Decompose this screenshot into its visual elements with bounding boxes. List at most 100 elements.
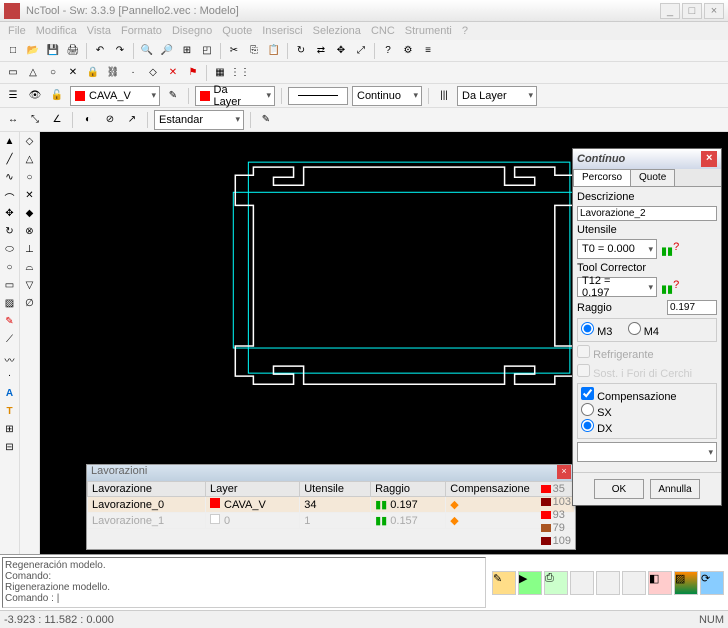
linetype-combo[interactable]: Continuo [352, 86, 422, 106]
rect-tool-icon[interactable]: ▭ [2, 280, 18, 296]
dim-leader-icon[interactable]: ↗ [123, 111, 141, 129]
extra-combo[interactable] [577, 442, 717, 462]
spline-icon[interactable]: 〰 [2, 352, 18, 368]
help-icon[interactable]: ? [379, 42, 397, 60]
ok-button[interactable]: OK [594, 479, 644, 499]
dim-angular-icon[interactable]: ∠ [48, 111, 66, 129]
dim-aligned-icon[interactable]: ⤡ [26, 111, 44, 129]
copy-icon[interactable]: ⎘ [245, 42, 263, 60]
log-icon-9[interactable]: ⟳ [700, 571, 724, 595]
snap-quad-icon[interactable]: ◆ [22, 208, 38, 224]
move-icon[interactable]: ✥ [332, 42, 350, 60]
table-row[interactable]: Lavorazione_1 0 1 ▮▮ 0.157 ◆ [88, 513, 575, 529]
log-icon-8[interactable]: ▨ [674, 571, 698, 595]
annulla-button[interactable]: Annulla [650, 479, 700, 499]
snap-mid-icon[interactable]: △ [22, 154, 38, 170]
utensile-combo[interactable]: T0 = 0.000 [577, 239, 657, 259]
dim-diameter-icon[interactable]: ⊘ [101, 111, 119, 129]
lineweight-icon[interactable]: ||| [435, 87, 453, 105]
scale-icon[interactable]: ⤢ [352, 42, 370, 60]
minimize-button[interactable]: _ [660, 3, 680, 19]
log-icon-4[interactable] [570, 571, 594, 595]
menu-cnc[interactable]: CNC [367, 25, 399, 37]
table-row[interactable]: Lavorazione_0 CAVA_V 34 ▮▮ 0.197 ◆ [88, 497, 575, 513]
layer-combo[interactable]: CAVA_V [70, 86, 160, 106]
zoom-in-icon[interactable]: 🔍 [138, 42, 156, 60]
group-icon[interactable]: ⊟ [2, 442, 18, 458]
log-icon-6[interactable] [622, 571, 646, 595]
layer-edit-icon[interactable]: ✎ [164, 87, 182, 105]
log-icon-1[interactable]: ✎ [492, 571, 516, 595]
m3-radio[interactable]: M3 [581, 326, 612, 338]
menu-inserisci[interactable]: Inserisci [258, 25, 306, 37]
zoom-window-icon[interactable]: ◰ [198, 42, 216, 60]
rotate-icon[interactable]: ↻ [292, 42, 310, 60]
snap-end-icon[interactable]: ◇ [22, 136, 38, 152]
diamond-icon[interactable]: ◇ [144, 64, 162, 82]
snap-node-icon[interactable]: ✕ [22, 190, 38, 206]
undo-icon[interactable]: ↶ [91, 42, 109, 60]
point-icon[interactable]: · [124, 64, 142, 82]
layer-vis-icon[interactable]: 👁 [26, 87, 44, 105]
log-icon-5[interactable] [596, 571, 620, 595]
settings-icon[interactable]: ⚙ [399, 42, 417, 60]
cut-icon[interactable]: ✂ [225, 42, 243, 60]
snap-none-icon[interactable]: ∅ [22, 298, 38, 314]
grid-icon[interactable]: ▦ [211, 64, 229, 82]
descrizione-input[interactable] [577, 206, 717, 221]
chain-icon[interactable]: ⛓ [104, 64, 122, 82]
lineweight-combo[interactable]: Da Layer [457, 86, 537, 106]
menu-formato[interactable]: Formato [117, 25, 166, 37]
dots-icon[interactable]: ⋮⋮ [231, 64, 249, 82]
open-icon[interactable]: 📂 [24, 42, 42, 60]
snap-perp-icon[interactable]: ⊥ [22, 244, 38, 260]
menu-disegno[interactable]: Disegno [168, 25, 216, 37]
zoom-fit-icon[interactable]: ⊞ [178, 42, 196, 60]
menu-modifica[interactable]: Modifica [32, 25, 81, 37]
new-icon[interactable]: □ [4, 42, 22, 60]
col-lavorazione[interactable]: Lavorazione [88, 482, 206, 497]
close-button[interactable]: × [704, 3, 724, 19]
menu-strumenti[interactable]: Strumenti [401, 25, 456, 37]
pointer-icon[interactable]: ▲ [2, 136, 18, 152]
circle-tool-icon[interactable]: ○ [2, 262, 18, 278]
col-layer[interactable]: Layer [206, 482, 300, 497]
print-icon[interactable]: 🖨 [64, 42, 82, 60]
cross-icon[interactable]: ✕ [64, 64, 82, 82]
paste-icon[interactable]: 📋 [265, 42, 283, 60]
color-combo[interactable]: Da Layer [195, 86, 275, 106]
mirror-icon[interactable]: ⇄ [312, 42, 330, 60]
dropper-icon[interactable]: ⟋ [2, 334, 18, 350]
maximize-button[interactable]: □ [682, 3, 702, 19]
redo-icon[interactable]: ↷ [111, 42, 129, 60]
lock-icon[interactable]: 🔒 [84, 64, 102, 82]
dimstyle-combo[interactable]: Estandar [154, 110, 244, 130]
m4-radio[interactable]: M4 [628, 326, 659, 338]
dim-edit-icon[interactable]: ✎ [257, 111, 275, 129]
menu-seleziona[interactable]: Seleziona [309, 25, 365, 37]
tab-percorso[interactable]: Percorso [573, 169, 631, 186]
log-icon-3[interactable]: ⎙ [544, 571, 568, 595]
hatch-icon[interactable]: ▨ [2, 298, 18, 314]
sx-radio[interactable]: SX [581, 407, 612, 419]
move-tool-icon[interactable]: ✥ [2, 208, 18, 224]
circle-icon[interactable]: ○ [44, 64, 62, 82]
snap-tan-icon[interactable]: ⌓ [22, 262, 38, 278]
refrigerante-check[interactable]: Refrigerante [577, 345, 717, 361]
arc-icon[interactable]: ⌒ [2, 190, 18, 206]
dim-radius-icon[interactable]: ◐ [79, 111, 97, 129]
text-tool-icon[interactable]: A [2, 388, 18, 404]
dialog-close-icon[interactable]: × [701, 151, 717, 167]
text-icon[interactable]: T [2, 406, 18, 422]
menu-help[interactable]: ? [458, 25, 472, 37]
pencil-icon[interactable]: ✎ [2, 316, 18, 332]
log-icon-2[interactable]: ▶ [518, 571, 542, 595]
block-icon[interactable]: ⊞ [2, 424, 18, 440]
rect-icon[interactable]: ▭ [4, 64, 22, 82]
flag-icon[interactable]: ⚑ [184, 64, 202, 82]
col-utensile[interactable]: Utensile [300, 482, 371, 497]
tab-quote[interactable]: Quote [630, 169, 675, 186]
lavorazioni-close-icon[interactable]: × [557, 465, 571, 479]
compensazione-check[interactable]: Compensazione [581, 391, 677, 403]
dx-radio[interactable]: DX [581, 423, 612, 435]
